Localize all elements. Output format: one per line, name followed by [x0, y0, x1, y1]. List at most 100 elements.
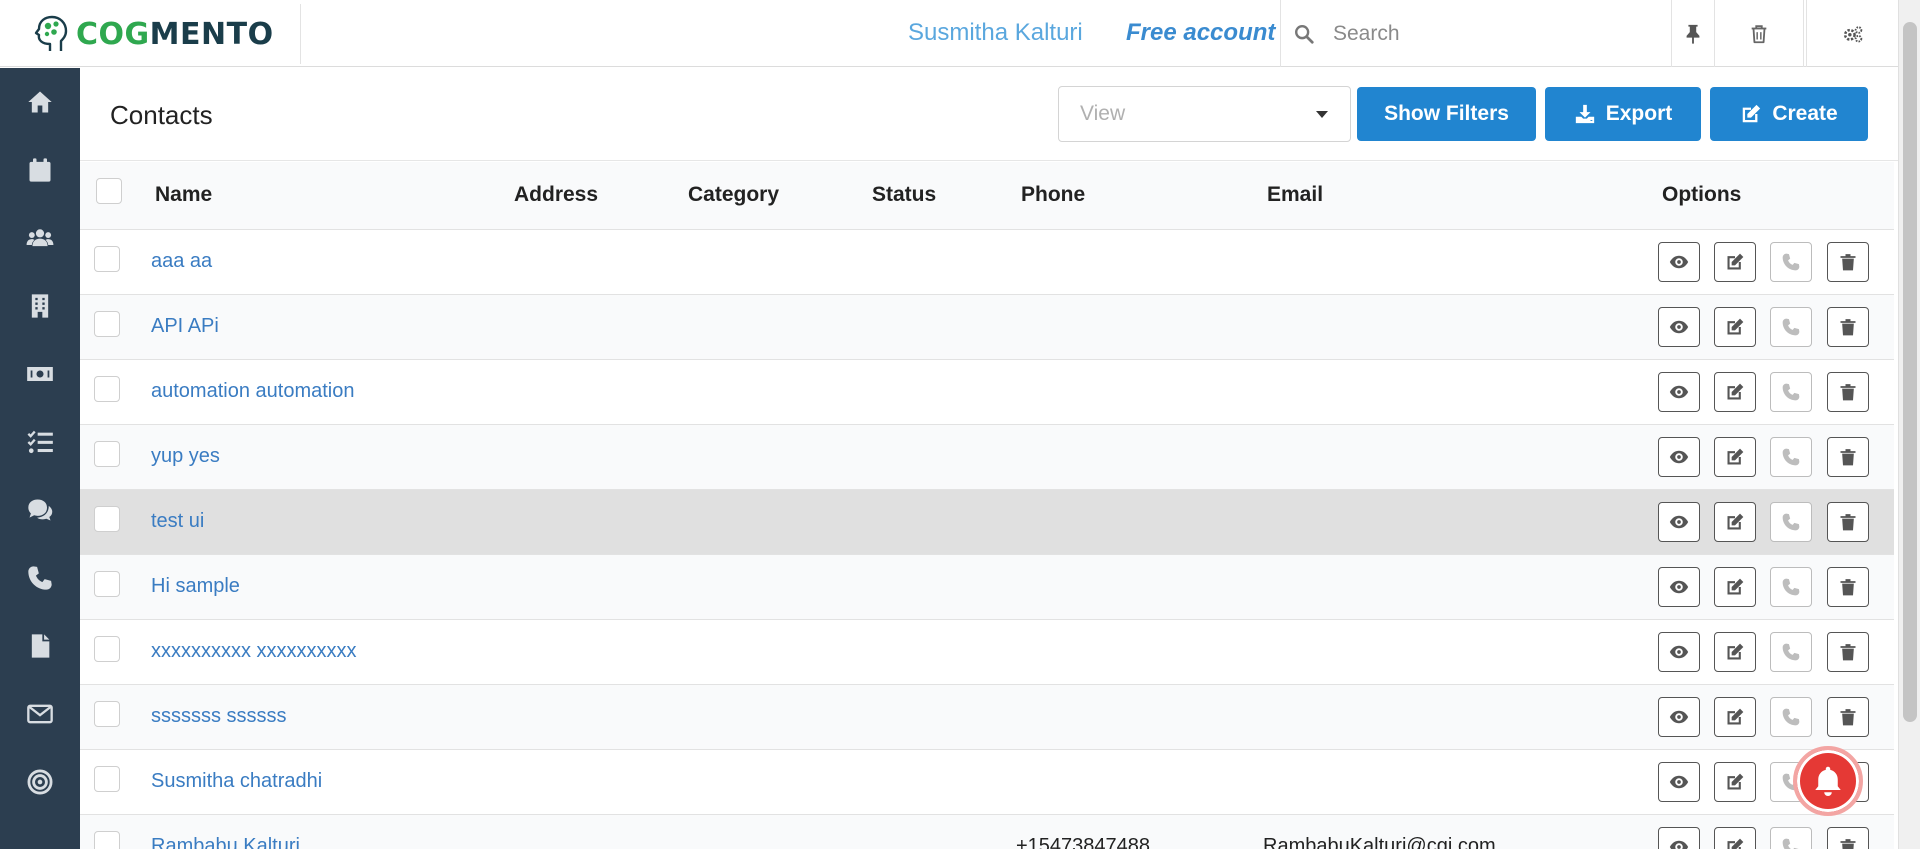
view-button[interactable]: [1658, 437, 1700, 477]
call-button[interactable]: [1770, 307, 1812, 347]
table-row[interactable]: Hi sample: [80, 555, 1894, 620]
call-button[interactable]: [1770, 827, 1812, 849]
edit-button[interactable]: [1714, 632, 1756, 672]
sidebar-item-calls[interactable]: [0, 544, 80, 612]
column-header-phone[interactable]: Phone: [1021, 183, 1085, 207]
table-row[interactable]: automation automation: [80, 360, 1894, 425]
column-header-name[interactable]: Name: [155, 183, 212, 207]
delete-button[interactable]: [1827, 827, 1869, 849]
column-header-address[interactable]: Address: [514, 183, 598, 207]
call-button[interactable]: [1770, 567, 1812, 607]
table-row[interactable]: yup yes: [80, 425, 1894, 490]
call-button[interactable]: [1770, 502, 1812, 542]
edit-button[interactable]: [1714, 437, 1756, 477]
delete-button[interactable]: [1827, 502, 1869, 542]
table-row[interactable]: sssssss ssssss: [80, 685, 1894, 750]
column-header-status[interactable]: Status: [872, 183, 936, 207]
call-button[interactable]: [1770, 697, 1812, 737]
contact-name-link[interactable]: aaa aa: [151, 250, 212, 273]
sidebar-item-companies[interactable]: [0, 272, 80, 340]
trash-button[interactable]: [1714, 0, 1804, 67]
call-button[interactable]: [1770, 372, 1812, 412]
delete-button[interactable]: [1827, 632, 1869, 672]
row-checkbox[interactable]: [94, 831, 120, 849]
contact-name-link[interactable]: yup yes: [151, 445, 220, 468]
call-button[interactable]: [1770, 632, 1812, 672]
view-button[interactable]: [1658, 372, 1700, 412]
table-row[interactable]: aaa aa: [80, 230, 1894, 295]
edit-button[interactable]: [1714, 307, 1756, 347]
edit-button[interactable]: [1714, 697, 1756, 737]
sidebar-item-email[interactable]: [0, 680, 80, 748]
brand-logo[interactable]: COGMENTO: [30, 12, 274, 56]
user-name[interactable]: Susmitha Kalturi: [908, 19, 1083, 47]
create-button[interactable]: Create: [1710, 87, 1868, 141]
edit-button[interactable]: [1714, 762, 1756, 802]
select-all-checkbox[interactable]: [96, 178, 122, 204]
export-button[interactable]: Export: [1545, 87, 1701, 141]
edit-button[interactable]: [1714, 827, 1756, 849]
sidebar-item-deals[interactable]: [0, 340, 80, 408]
pin-button[interactable]: [1672, 0, 1714, 67]
row-checkbox[interactable]: [94, 701, 120, 727]
row-checkbox[interactable]: [94, 571, 120, 597]
settings-button[interactable]: [1806, 0, 1898, 67]
column-header-category[interactable]: Category: [688, 183, 779, 207]
column-header-email[interactable]: Email: [1267, 183, 1323, 207]
view-dropdown[interactable]: View: [1058, 86, 1351, 142]
page-scrollbar[interactable]: [1898, 0, 1920, 849]
contact-name-link[interactable]: sssssss ssssss: [151, 705, 287, 728]
table-row[interactable]: Rambabu Kalturi +15473847488 RambabuKaltur…: [80, 815, 1894, 849]
edit-button[interactable]: [1714, 502, 1756, 542]
view-button[interactable]: [1658, 307, 1700, 347]
contact-name-link[interactable]: Rambabu Kalturi: [151, 835, 300, 849]
delete-button[interactable]: [1827, 567, 1869, 607]
delete-button[interactable]: [1827, 242, 1869, 282]
sidebar-item-home[interactable]: [0, 68, 80, 136]
show-filters-button[interactable]: Show Filters: [1357, 87, 1536, 141]
table-row[interactable]: xxxxxxxxxx xxxxxxxxxx: [80, 620, 1894, 685]
row-checkbox[interactable]: [94, 441, 120, 467]
row-checkbox[interactable]: [94, 506, 120, 532]
view-button[interactable]: [1658, 827, 1700, 849]
row-checkbox[interactable]: [94, 246, 120, 272]
contact-name-link[interactable]: test ui: [151, 510, 204, 533]
view-button[interactable]: [1658, 632, 1700, 672]
table-row[interactable]: Susmitha chatradhi: [80, 750, 1894, 815]
search-input[interactable]: [1333, 21, 1653, 46]
edit-button[interactable]: [1714, 567, 1756, 607]
account-type[interactable]: Free account: [1126, 19, 1275, 47]
sidebar-item-documents[interactable]: [0, 612, 80, 680]
contact-name-link[interactable]: Hi sample: [151, 575, 240, 598]
sidebar-item-cases[interactable]: [0, 476, 80, 544]
row-checkbox[interactable]: [94, 376, 120, 402]
sidebar-item-campaigns[interactable]: [0, 748, 80, 816]
scrollbar-thumb[interactable]: [1903, 22, 1917, 722]
sidebar-item-contacts[interactable]: [0, 204, 80, 272]
view-button[interactable]: [1658, 697, 1700, 737]
edit-button[interactable]: [1714, 372, 1756, 412]
delete-button[interactable]: [1827, 372, 1869, 412]
sidebar-item-tasks[interactable]: [0, 408, 80, 476]
delete-button[interactable]: [1827, 437, 1869, 477]
row-checkbox[interactable]: [94, 311, 120, 337]
delete-button[interactable]: [1827, 307, 1869, 347]
contact-name-link[interactable]: xxxxxxxxxx xxxxxxxxxx: [151, 640, 357, 663]
contact-name-link[interactable]: Susmitha chatradhi: [151, 770, 322, 793]
contact-name-link[interactable]: API APi: [151, 315, 219, 338]
edit-button[interactable]: [1714, 242, 1756, 282]
view-button[interactable]: [1658, 242, 1700, 282]
table-row[interactable]: test ui: [80, 490, 1894, 555]
contact-name-link[interactable]: automation automation: [151, 380, 354, 403]
delete-button[interactable]: [1827, 697, 1869, 737]
view-button[interactable]: [1658, 502, 1700, 542]
view-button[interactable]: [1658, 762, 1700, 802]
view-button[interactable]: [1658, 567, 1700, 607]
row-checkbox[interactable]: [94, 766, 120, 792]
sidebar-item-calendar[interactable]: [0, 136, 80, 204]
table-row[interactable]: API APi: [80, 295, 1894, 360]
notification-button[interactable]: [1793, 746, 1863, 816]
row-checkbox[interactable]: [94, 636, 120, 662]
call-button[interactable]: [1770, 437, 1812, 477]
call-button[interactable]: [1770, 242, 1812, 282]
